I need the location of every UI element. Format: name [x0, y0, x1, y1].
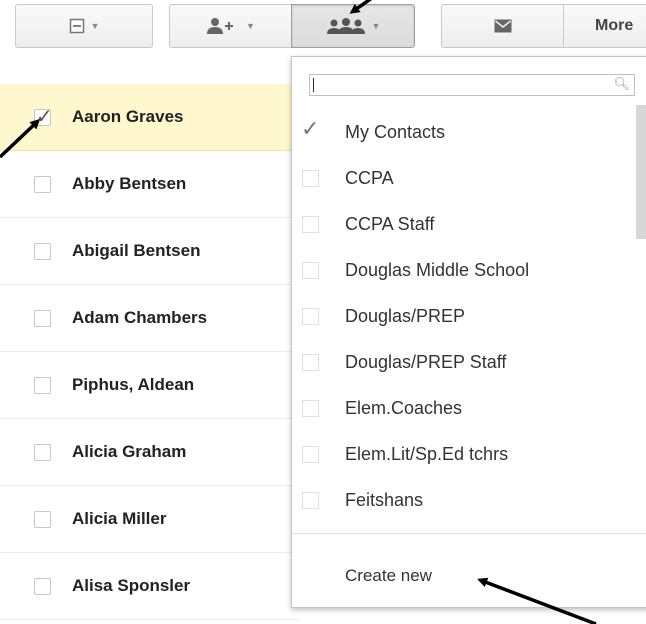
divider [292, 533, 646, 534]
envelope-icon [494, 19, 511, 33]
contact-checkbox[interactable] [34, 510, 51, 528]
more-actions-button[interactable]: More [563, 4, 646, 48]
group-item-douglas-middle-school[interactable]: Douglas Middle School [292, 247, 632, 293]
create-new-group-link[interactable]: Create new [345, 566, 432, 586]
contact-checkbox[interactable] [34, 309, 51, 327]
group-label: My Contacts [345, 121, 446, 142]
group-item-ccpa-staff[interactable]: CCPA Staff [292, 201, 632, 247]
table-row[interactable]: Adam Chambers [0, 285, 300, 352]
group-item-elem-lit-sped[interactable]: Elem.Lit/Sp.Ed tchrs [292, 431, 632, 477]
table-row[interactable]: Alicia Miller [0, 486, 300, 553]
groups-dropdown: 🔍︎ My Contacts CCPA CCPA Staff Douglas M… [291, 56, 646, 608]
select-checkbox-icon [69, 18, 84, 34]
select-menu-button[interactable]: ▼ [15, 4, 153, 48]
group-item-my-contacts[interactable]: My Contacts [292, 109, 632, 155]
group-item-ccpa[interactable]: CCPA [292, 155, 632, 201]
group-item-douglas-prep-staff[interactable]: Douglas/PREP Staff [292, 339, 632, 385]
email-button[interactable] [441, 4, 564, 48]
contact-name[interactable]: Alicia Graham [72, 442, 186, 462]
group-label: CCPA Staff [345, 213, 435, 234]
group-checkbox[interactable] [302, 445, 319, 463]
contact-name[interactable]: Adam Chambers [72, 308, 207, 328]
search-icon: 🔍︎ [613, 76, 630, 91]
contact-checkbox[interactable] [34, 242, 51, 260]
group-checkbox[interactable] [301, 117, 319, 142]
contact-checkbox[interactable] [34, 104, 53, 128]
contact-checkbox[interactable] [34, 577, 51, 595]
group-checkbox[interactable] [302, 491, 319, 509]
table-row[interactable]: Piphus, Aldean [0, 352, 300, 419]
groups-button[interactable]: ▼ [291, 4, 415, 48]
contact-checkbox[interactable] [34, 376, 51, 394]
group-checkbox[interactable] [302, 169, 319, 187]
chevron-down-icon: ▼ [246, 21, 255, 31]
contact-checkbox[interactable] [34, 443, 51, 461]
contact-name[interactable]: Piphus, Aldean [72, 375, 194, 395]
contact-name[interactable]: Alicia Miller [72, 509, 166, 529]
group-checkbox[interactable] [302, 353, 319, 371]
group-item-feitshans[interactable]: Feitshans [292, 477, 632, 523]
scrollbar-thumb[interactable] [636, 105, 646, 239]
contact-name[interactable]: Alisa Sponsler [72, 576, 190, 596]
table-row[interactable]: Aaron Graves [0, 84, 300, 151]
contact-list: Aaron Graves Abby Bentsen Abigail Bentse… [0, 84, 300, 620]
contact-checkbox[interactable] [34, 175, 51, 193]
chevron-down-icon: ▼ [90, 21, 100, 31]
group-label: CCPA [345, 167, 394, 188]
group-label: Douglas/PREP [345, 305, 466, 326]
group-search-input[interactable]: 🔍︎ [309, 74, 635, 96]
more-actions-label: More [595, 17, 634, 34]
add-to-contacts-button[interactable]: ▼ [169, 4, 292, 48]
group-checkbox[interactable] [302, 399, 319, 417]
text-cursor [313, 78, 314, 92]
group-label: Douglas/PREP Staff [345, 351, 507, 372]
group-checkbox[interactable] [302, 307, 319, 325]
table-row[interactable]: Abigail Bentsen [0, 218, 300, 285]
groups-icon [326, 18, 365, 34]
group-checkbox[interactable] [302, 261, 319, 279]
group-checkbox[interactable] [302, 215, 319, 233]
group-label: Feitshans [345, 489, 424, 510]
group-item-elem-coaches[interactable]: Elem.Coaches [292, 385, 632, 431]
contact-name[interactable]: Abby Bentsen [72, 174, 186, 194]
group-list: My Contacts CCPA CCPA Staff Douglas Midd… [292, 109, 632, 523]
contact-name[interactable]: Aaron Graves [72, 107, 184, 127]
add-person-icon [207, 18, 234, 34]
contact-name[interactable]: Abigail Bentsen [72, 241, 200, 261]
group-item-douglas-prep[interactable]: Douglas/PREP [292, 293, 632, 339]
table-row[interactable]: Alisa Sponsler [0, 553, 300, 620]
chevron-down-icon: ▼ [371, 21, 381, 31]
group-label: Elem.Lit/Sp.Ed tchrs [345, 443, 509, 464]
group-label: Elem.Coaches [345, 397, 463, 418]
table-row[interactable]: Alicia Graham [0, 419, 300, 486]
group-label: Douglas Middle School [345, 259, 530, 280]
table-row[interactable]: Abby Bentsen [0, 151, 300, 218]
